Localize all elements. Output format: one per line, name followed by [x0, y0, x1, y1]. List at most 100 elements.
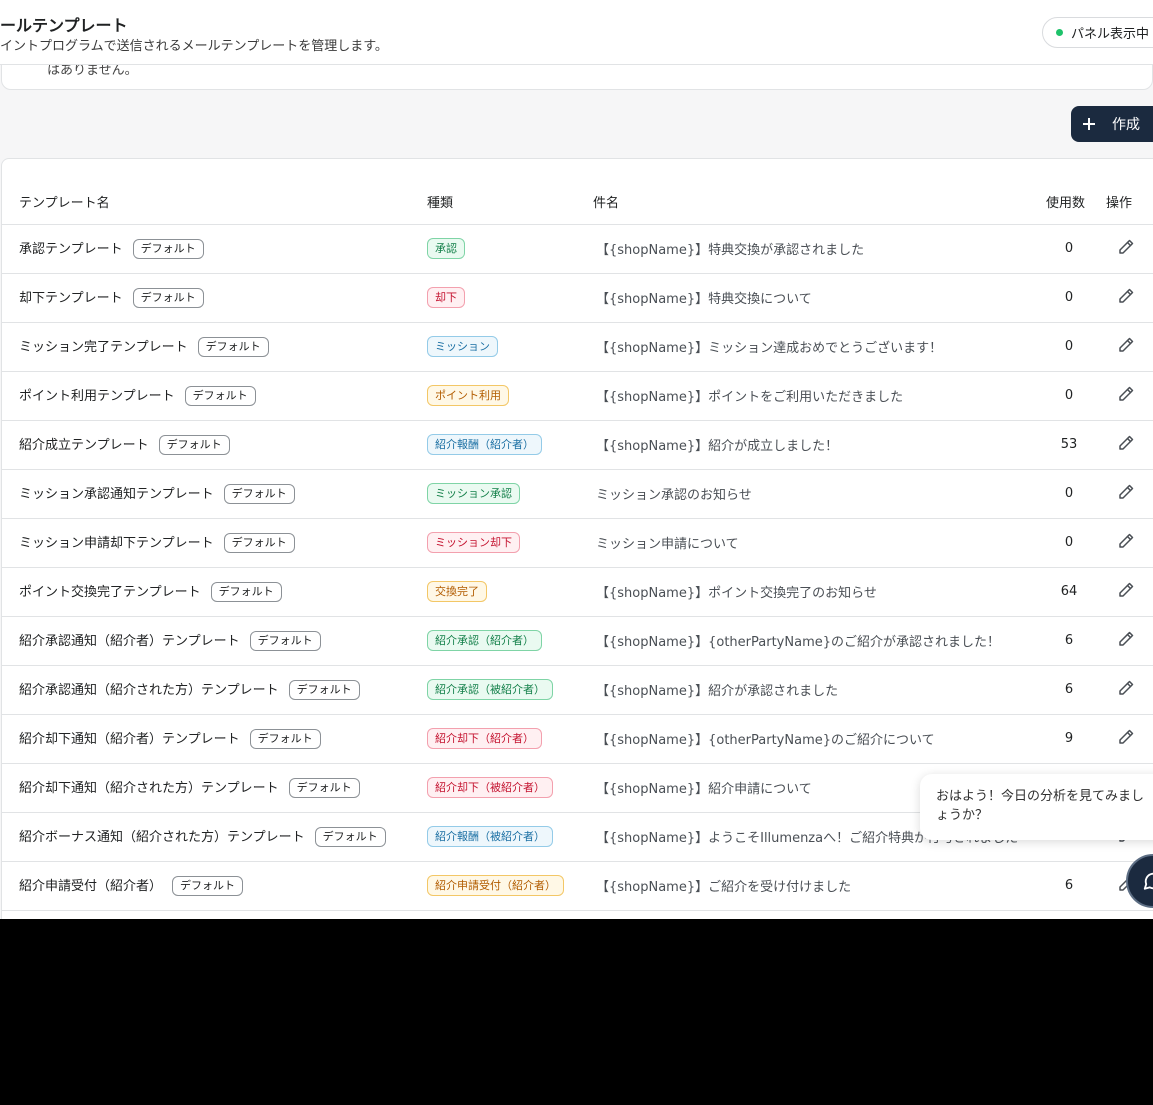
subject-text: 【{shopName}】ポイントをご利用いただきました [596, 390, 904, 405]
column-header-count[interactable]: 使用数 [1046, 179, 1106, 225]
type-badge: 紹介報酬（紹介者） [427, 434, 542, 455]
column-header-name[interactable]: テンプレート名 [2, 179, 427, 225]
template-name[interactable]: 紹介ボーナス通知（紹介された方）テンプレート [19, 830, 305, 845]
template-name[interactable]: 紹介却下通知（紹介された方）テンプレート [19, 781, 279, 796]
default-badge: デフォルト [314, 827, 386, 847]
table-row[interactable]: 紹介承認通知（紹介者）テンプレート デフォルト 紹介承認（紹介者） 【{shopNam… [2, 616, 1153, 666]
subject-text: 【{shopName}】紹介が成立しました！ [596, 439, 839, 454]
subject-cell: 【{shopName}】ご紹介を受け付けました [593, 861, 1046, 911]
pencil-icon[interactable] [1116, 286, 1136, 306]
column-header-type[interactable]: 種類 [427, 179, 593, 225]
pencil-icon[interactable] [1116, 482, 1136, 502]
table-row[interactable]: 紹介却下通知（紹介者）テンプレート デフォルト 紹介却下（紹介者） 【{shopNam… [2, 714, 1153, 764]
template-type-cell: 紹介却下（紹介者） [427, 714, 593, 764]
column-header-subject[interactable]: 件名 [593, 179, 1046, 225]
table-row[interactable]: ポイント利用テンプレート デフォルト ポイント利用 【{shopName}】ポイントを… [2, 371, 1153, 421]
usage-count: 0 [1064, 535, 1074, 550]
subject-cell: 【{shopName}】特典交換について [593, 273, 1046, 323]
table-row[interactable]: 承認テンプレート デフォルト 承認 【{shopName}】特典交換が承認されました 0 [2, 224, 1153, 274]
type-badge: 承認 [427, 238, 465, 259]
template-name-cell: 紹介申請受付（紹介者） デフォルト [2, 861, 427, 911]
type-badge: 紹介却下（被紹介者） [427, 777, 553, 798]
table-row[interactable]: 却下テンプレート デフォルト 却下 【{shopName}】特典交換について 0 [2, 273, 1153, 323]
template-type-cell: ミッション却下 [427, 518, 593, 568]
subject-cell: 【{shopName}】紹介が成立しました！ [593, 420, 1046, 470]
usage-count: 0 [1064, 486, 1074, 501]
pencil-icon[interactable] [1116, 384, 1136, 404]
pencil-icon[interactable] [1116, 531, 1136, 551]
template-name[interactable]: ミッション承認通知テンプレート [19, 487, 214, 502]
template-name[interactable]: ポイント利用テンプレート [19, 389, 175, 404]
subject-text: 【{shopName}】紹介申請について [596, 782, 812, 797]
action-cell [1106, 371, 1153, 421]
subject-cell: 【{shopName}】ミッション達成おめでとうございます！ [593, 322, 1046, 372]
template-name-cell: 紹介成立テンプレート デフォルト [2, 420, 427, 470]
template-type-cell: 紹介報酬（紹介者） [427, 420, 593, 470]
template-name[interactable]: 紹介承認通知（紹介者）テンプレート [19, 634, 240, 649]
default-badge: デフォルト [288, 680, 360, 700]
table-row[interactable]: 紹介申請受付（紹介者） デフォルト 紹介申請受付（紹介者） 【{shopName}】ご… [2, 861, 1153, 911]
template-name-cell: ミッション完了テンプレート デフォルト [2, 322, 427, 372]
pencil-icon[interactable] [1116, 433, 1136, 453]
template-type-cell: 紹介承認（被紹介者） [427, 665, 593, 715]
type-badge: 紹介承認（被紹介者） [427, 679, 553, 700]
subject-text: 【{shopName}】特典交換について [596, 292, 812, 307]
pencil-icon[interactable] [1116, 727, 1136, 747]
template-name[interactable]: 紹介申請受付（紹介者） [19, 879, 162, 894]
template-name-cell: 紹介ボーナス通知（紹介された方）テンプレート デフォルト [2, 812, 427, 862]
subject-cell: 【{shopName}】紹介が承認されました [593, 665, 1046, 715]
subject-text: 【{shopName}】ミッション達成おめでとうございます！ [596, 341, 943, 356]
template-name[interactable]: 紹介承認通知（紹介された方）テンプレート [19, 683, 279, 698]
table-row[interactable]: 紹介成立テンプレート デフォルト 紹介報酬（紹介者） 【{shopName}】紹介が成… [2, 420, 1153, 470]
usage-count-cell: 0 [1046, 273, 1106, 323]
type-badge: 紹介却下（紹介者） [427, 728, 542, 749]
action-cell [1106, 616, 1153, 666]
template-type-cell: 承認 [427, 224, 593, 274]
template-name-cell: ミッション申請却下テンプレート デフォルト [2, 518, 427, 568]
table-row[interactable]: ミッション承認通知テンプレート デフォルト ミッション承認 ミッション承認のお知らせ 0 [2, 469, 1153, 519]
usage-count: 64 [1060, 584, 1078, 599]
pencil-icon[interactable] [1116, 629, 1136, 649]
usage-count-cell: 53 [1046, 420, 1106, 470]
table-row[interactable]: 紹介承認通知（紹介された方）テンプレート デフォルト 紹介承認（被紹介者） 【{sho… [2, 665, 1153, 715]
usage-count: 0 [1064, 290, 1074, 305]
table-row[interactable]: ポイント交換完了テンプレート デフォルト 交換完了 【{shopName}】ポイント交… [2, 567, 1153, 617]
template-name[interactable]: 紹介成立テンプレート [19, 438, 149, 453]
template-name[interactable]: ミッション完了テンプレート [19, 340, 188, 355]
template-name-cell: 紹介却下通知（紹介者）テンプレート デフォルト [2, 714, 427, 764]
template-name[interactable]: 却下テンプレート [19, 291, 123, 306]
create-button-label: 作成 [1112, 117, 1140, 133]
template-name-cell: 紹介承認通知（紹介された方）テンプレート デフォルト [2, 665, 427, 715]
template-name[interactable]: ポイント交換完了テンプレート [19, 585, 201, 600]
subject-text: ミッション申請について [596, 537, 739, 552]
default-badge: デフォルト [249, 729, 321, 749]
default-badge: デフォルト [132, 239, 204, 259]
template-name-cell: ポイント利用テンプレート デフォルト [2, 371, 427, 421]
default-badge: デフォルト [197, 337, 269, 357]
template-name[interactable]: 承認テンプレート [19, 242, 123, 257]
default-badge: デフォルト [184, 386, 256, 406]
action-cell [1106, 518, 1153, 568]
chat-greeting-bubble[interactable]: おはよう！今日の分析を見てみましょうか？ [920, 774, 1153, 840]
table-row[interactable]: ミッション完了テンプレート デフォルト ミッション 【{shopName}】ミッション… [2, 322, 1153, 372]
template-name-cell: 紹介承認通知（紹介者）テンプレート デフォルト [2, 616, 427, 666]
template-name[interactable]: ミッション申請却下テンプレート [19, 536, 214, 551]
template-name-cell: ポイント交換完了テンプレート デフォルト [2, 567, 427, 617]
subject-cell: 【{shopName}】{otherPartyName}のご紹介が承認されました… [593, 616, 1046, 666]
create-template-button[interactable]: 作成 [1071, 106, 1153, 142]
pencil-icon[interactable] [1116, 580, 1136, 600]
type-badge: 却下 [427, 287, 465, 308]
template-type-cell: ミッション [427, 322, 593, 372]
top-bar: ールテンプレート イントプログラムで送信されるメールテンプレートを管理します。 … [0, 0, 1153, 65]
table-row[interactable]: ミッション申請却下テンプレート デフォルト ミッション却下 ミッション申請について 0 [2, 518, 1153, 568]
template-type-cell: 紹介承認（紹介者） [427, 616, 593, 666]
pencil-icon[interactable] [1116, 335, 1136, 355]
pencil-icon[interactable] [1116, 678, 1136, 698]
usage-count: 6 [1064, 633, 1074, 648]
default-badge: デフォルト [158, 435, 230, 455]
app-window: ールテンプレート イントプログラムで送信されるメールテンプレートを管理します。 … [0, 0, 1153, 919]
panel-status-button[interactable]: パネル表示中 [1042, 17, 1153, 48]
template-name[interactable]: 紹介却下通知（紹介者）テンプレート [19, 732, 240, 747]
subject-text: 【{shopName}】特典交換が承認されました [596, 243, 865, 258]
pencil-icon[interactable] [1116, 237, 1136, 257]
